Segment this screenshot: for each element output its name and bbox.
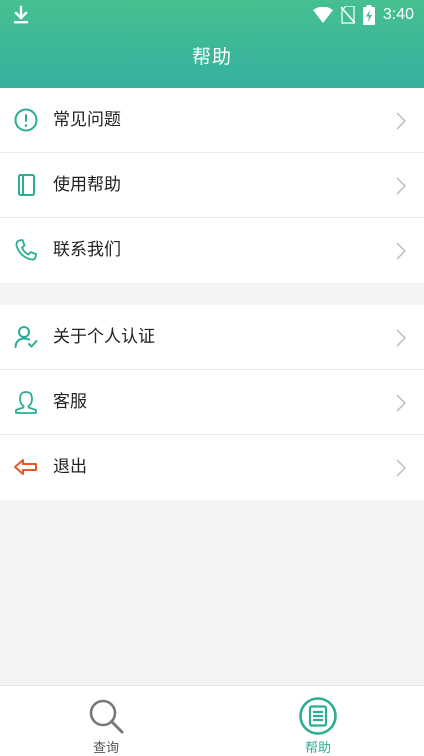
menu-item-label: 使用帮助 (53, 175, 121, 195)
menu-item-label: 常见问题 (53, 110, 121, 130)
menu-item-faq[interactable]: 常见问题 (0, 88, 424, 153)
customer-service-icon (15, 391, 37, 414)
user-check-icon (14, 326, 38, 348)
battery-charging-icon (362, 5, 375, 25)
tab-query[interactable]: 查询 (0, 686, 212, 756)
search-icon (89, 699, 124, 734)
page-title: 帮助 (191, 46, 232, 68)
bottom-tab-bar: 查询 帮助 (0, 685, 424, 756)
menu-item-label: 联系我们 (53, 240, 121, 260)
chevron-right-icon (396, 329, 406, 347)
book-icon (18, 174, 35, 196)
menu-item-logout[interactable]: 退出 (0, 435, 424, 500)
menu-item-label: 退出 (53, 457, 87, 477)
tab-label: 帮助 (304, 741, 331, 756)
help-menu-group-1: 常见问题 使用帮助 联系我们 (0, 88, 424, 283)
chevron-right-icon (396, 242, 406, 260)
chevron-right-icon (396, 394, 406, 412)
menu-item-label: 关于个人认证 (53, 327, 155, 347)
menu-item-personal-verification[interactable]: 关于个人认证 (0, 305, 424, 370)
logout-arrow-icon (14, 459, 37, 475)
status-bar: 3:40 (0, 0, 424, 30)
wifi-icon (312, 7, 333, 23)
chevron-right-icon (396, 459, 406, 477)
status-time: 3:40 (382, 6, 414, 23)
header-bar: 3:40 帮助 (0, 0, 424, 88)
menu-item-usage-help[interactable]: 使用帮助 (0, 153, 424, 218)
download-icon (14, 5, 28, 24)
help-menu-group-2: 关于个人认证 客服 退出 (0, 305, 424, 500)
phone-icon (15, 239, 37, 261)
menu-item-label: 客服 (53, 392, 87, 412)
chevron-right-icon (396, 177, 406, 195)
no-sim-icon (340, 6, 355, 24)
help-list-icon (299, 697, 337, 735)
tab-label: 查询 (92, 741, 119, 756)
chevron-right-icon (396, 112, 406, 130)
exclamation-circle-icon (14, 108, 38, 132)
menu-item-contact-us[interactable]: 联系我们 (0, 218, 424, 283)
tab-help[interactable]: 帮助 (212, 686, 424, 756)
menu-item-customer-service[interactable]: 客服 (0, 370, 424, 435)
